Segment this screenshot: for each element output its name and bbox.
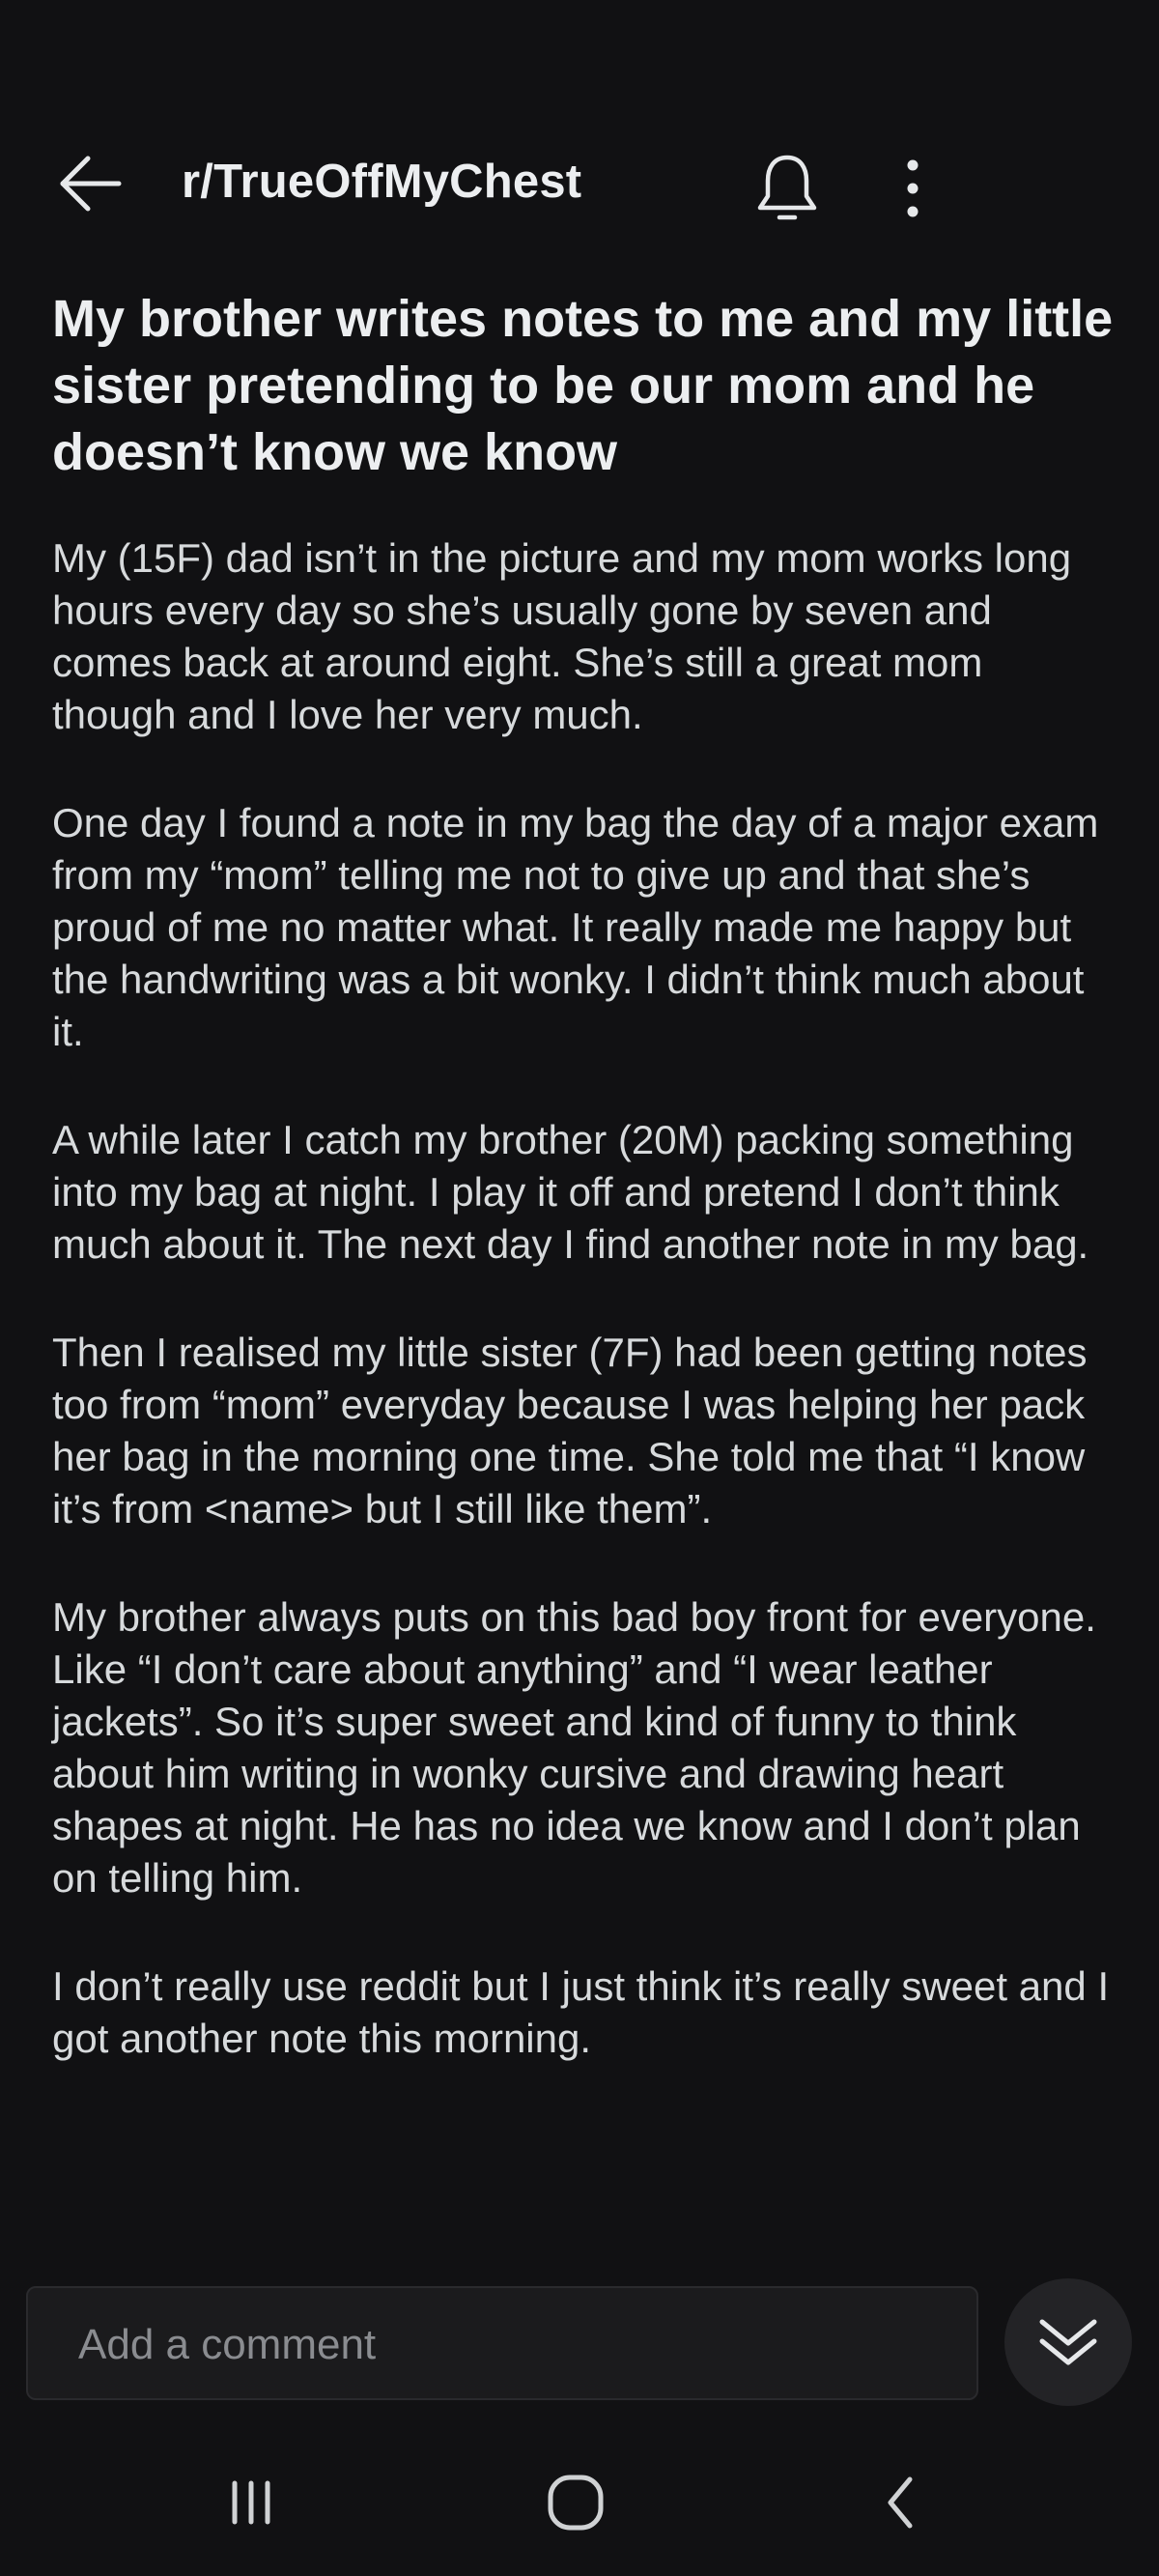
post-paragraph: My (15F) dad isn’t in the picture and my… bbox=[52, 535, 1072, 737]
recent-apps-button[interactable] bbox=[212, 2464, 290, 2541]
home-button[interactable] bbox=[537, 2464, 614, 2541]
bell-icon bbox=[757, 155, 817, 220]
subreddit-name[interactable]: r/TrueOffMyChest bbox=[182, 155, 581, 209]
notification-button[interactable] bbox=[744, 145, 831, 232]
more-options-button[interactable] bbox=[879, 145, 947, 232]
post-paragraph: My brother always puts on this bad boy f… bbox=[52, 1594, 1096, 1901]
post-paragraph: Then I realised my little sister (7F) ha… bbox=[52, 1330, 1088, 1531]
post-paragraph: A while later I catch my brother (20M) p… bbox=[52, 1117, 1089, 1267]
double-chevron-down-icon bbox=[1039, 2319, 1097, 2365]
comment-placeholder: Add a comment bbox=[78, 2321, 377, 2368]
post-paragraph: I don’t really use reddit but I just thi… bbox=[52, 1963, 1110, 2061]
back-button[interactable] bbox=[50, 145, 127, 222]
collapse-button[interactable] bbox=[1004, 2278, 1132, 2406]
post-paragraph: One day I found a note in my bag the day… bbox=[52, 800, 1099, 1054]
post-title: My brother writes notes to me and my lit… bbox=[52, 290, 1114, 481]
arrow-left-icon bbox=[60, 156, 122, 212]
more-vertical-icon bbox=[907, 159, 919, 217]
recent-apps-icon bbox=[232, 2480, 270, 2525]
system-back-button[interactable] bbox=[862, 2464, 939, 2541]
add-comment-field[interactable]: Add a comment bbox=[26, 2286, 978, 2400]
home-icon bbox=[548, 2475, 604, 2531]
nav-back-icon bbox=[888, 2476, 913, 2529]
system-navigation-bar bbox=[0, 2435, 1159, 2576]
post-body: My brother writes notes to me and my lit… bbox=[52, 286, 1115, 2121]
app-header: r/TrueOffMyChest bbox=[0, 0, 1159, 275]
